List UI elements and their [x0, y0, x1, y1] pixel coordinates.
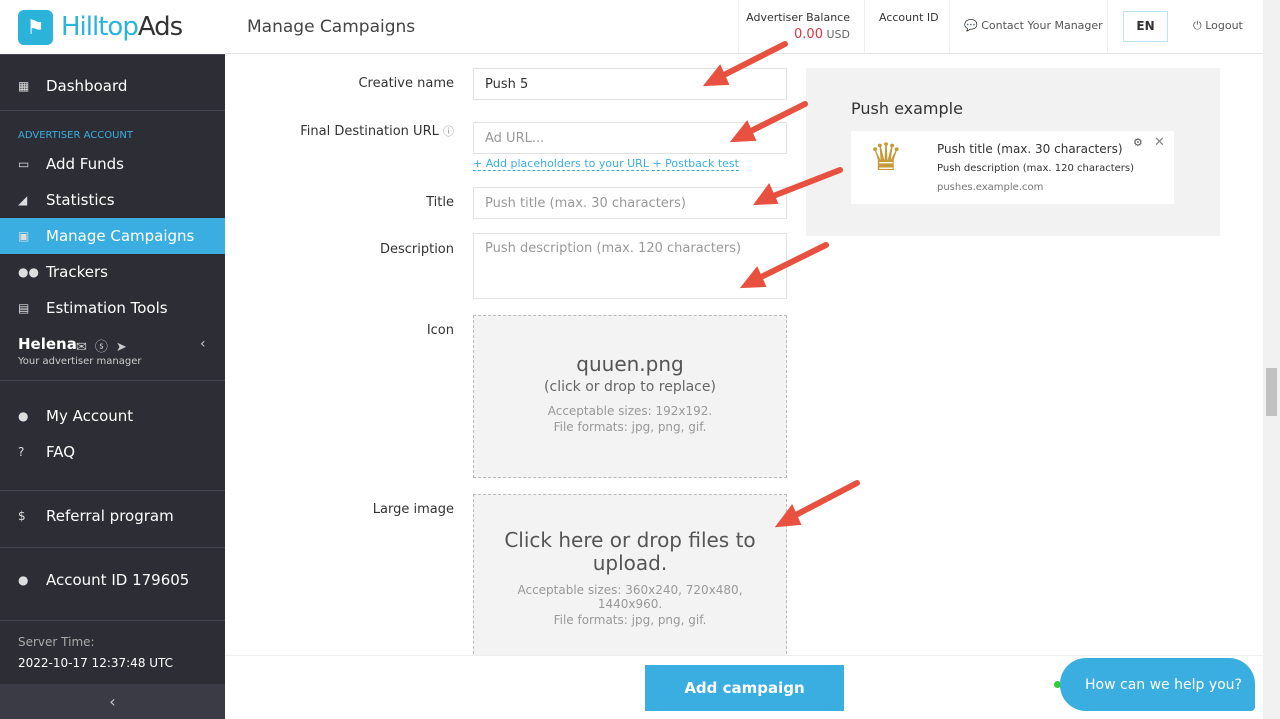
description-label: Description — [379, 242, 454, 257]
account-id: Account ID — [864, 0, 949, 54]
balance: Advertiser Balance 0.00 USD — [738, 0, 864, 54]
scrollbar-thumb[interactable] — [1266, 368, 1277, 416]
sidebar-item-trackers[interactable]: ●● Trackers — [0, 254, 225, 290]
creative-name-input[interactable]: Push 5 — [473, 68, 787, 100]
collapse-sidebar-button[interactable]: ‹ — [0, 684, 225, 719]
large-image-label: Large image — [372, 502, 454, 517]
user-icon: ● — [18, 573, 29, 587]
server-time: 2022-10-17 12:37:48 UTC — [18, 656, 174, 670]
envelope-icon[interactable]: ✉ — [76, 340, 95, 355]
description-textarea[interactable]: Push description (max. 120 characters) — [473, 233, 787, 299]
server-time-label: Server Time: — [18, 635, 95, 649]
logout-button[interactable]: ⏻ Logout — [1193, 19, 1243, 33]
power-icon: ⏻ — [1193, 19, 1202, 32]
skype-icon[interactable]: ⓢ — [95, 340, 116, 355]
chat-bubble-icon: 💬 — [964, 19, 978, 32]
url-label: Final Destination URL ⓘ — [300, 124, 454, 139]
question-icon: ? — [18, 445, 25, 459]
chat-widget[interactable]: How can we help you? — [1060, 658, 1255, 711]
push-preview: Push example ♛ Push title (max. 30 chara… — [806, 68, 1220, 236]
sidebar-item-add-funds[interactable]: ▭ Add Funds — [0, 146, 225, 182]
page-title: Manage Campaigns — [247, 17, 416, 37]
creative-name-label: Creative name — [358, 76, 454, 91]
contact-manager-link[interactable]: 💬 Contact Your Manager — [949, 0, 1107, 54]
users-icon: ●● — [18, 265, 39, 279]
queen-crown-icon: ♛ — [868, 135, 904, 179]
scrollbar[interactable] — [1263, 0, 1280, 719]
gear-icon: ⚙ — [1133, 136, 1143, 149]
icon-dropzone[interactable]: quuen.png (click or drop to replace) Acc… — [473, 315, 787, 478]
collapse-manager-icon[interactable]: ‹ — [200, 336, 206, 352]
sidebar: ▦ Dashboard ADVERTISER ACCOUNT ▭ Add Funds… — [0, 54, 225, 719]
header: Manage Campaigns Advertiser Balance 0.00… — [225, 0, 1263, 54]
user-icon: ● — [18, 409, 29, 423]
sidebar-item-faq[interactable]: ? FAQ — [0, 434, 225, 470]
chart-icon: ◢ — [18, 193, 28, 207]
sidebar-item-statistics[interactable]: ◢ Statistics — [0, 182, 225, 218]
sidebar-item-dashboard[interactable]: ▦ Dashboard — [0, 68, 225, 104]
dollar-icon: $ — [18, 509, 26, 523]
telegram-icon[interactable]: ➤ — [116, 340, 135, 355]
postback-test-link[interactable]: + Postback test — [652, 157, 739, 171]
icon-label: Icon — [426, 323, 454, 338]
title-input[interactable]: Push title (max. 30 characters) — [473, 187, 787, 219]
sidebar-item-my-account[interactable]: ● My Account — [0, 398, 225, 434]
preview-heading: Push example — [851, 99, 963, 118]
sidebar-item-manage-campaigns[interactable]: ▣ Manage Campaigns — [0, 218, 225, 254]
sidebar-item-estimation-tools[interactable]: ▤ Estimation Tools — [0, 290, 225, 326]
language-button[interactable]: EN — [1123, 11, 1168, 42]
large-image-dropzone[interactable]: Click here or drop files to upload. Acce… — [473, 494, 787, 664]
add-campaign-button[interactable]: Add campaign — [645, 665, 844, 711]
logo[interactable]: ⚑ HilltopAds — [0, 0, 225, 54]
url-input[interactable]: Ad URL... — [473, 122, 787, 154]
add-placeholders-link[interactable]: + Add placeholders to your URL — [473, 157, 649, 171]
flag-icon: ⚑ — [18, 9, 53, 45]
help-icon[interactable]: ⓘ — [443, 125, 454, 138]
manager-role: Your advertiser manager — [18, 356, 142, 367]
title-label: Title — [426, 195, 454, 210]
close-icon: ✕ — [1154, 135, 1165, 150]
sidebar-item-account-id: ● Account ID 179605 — [18, 571, 190, 589]
push-card: ♛ Push title (max. 30 characters) Push d… — [851, 131, 1174, 204]
grid-icon: ▦ — [18, 79, 30, 93]
manager-name: Helena — [18, 335, 77, 353]
sidebar-item-referral[interactable]: $ Referral program — [0, 498, 225, 534]
calculator-icon: ▤ — [18, 301, 30, 315]
credit-card-icon: ▭ — [18, 157, 30, 171]
section-label: ADVERTISER ACCOUNT — [18, 130, 134, 141]
briefcase-icon: ▣ — [18, 229, 30, 243]
